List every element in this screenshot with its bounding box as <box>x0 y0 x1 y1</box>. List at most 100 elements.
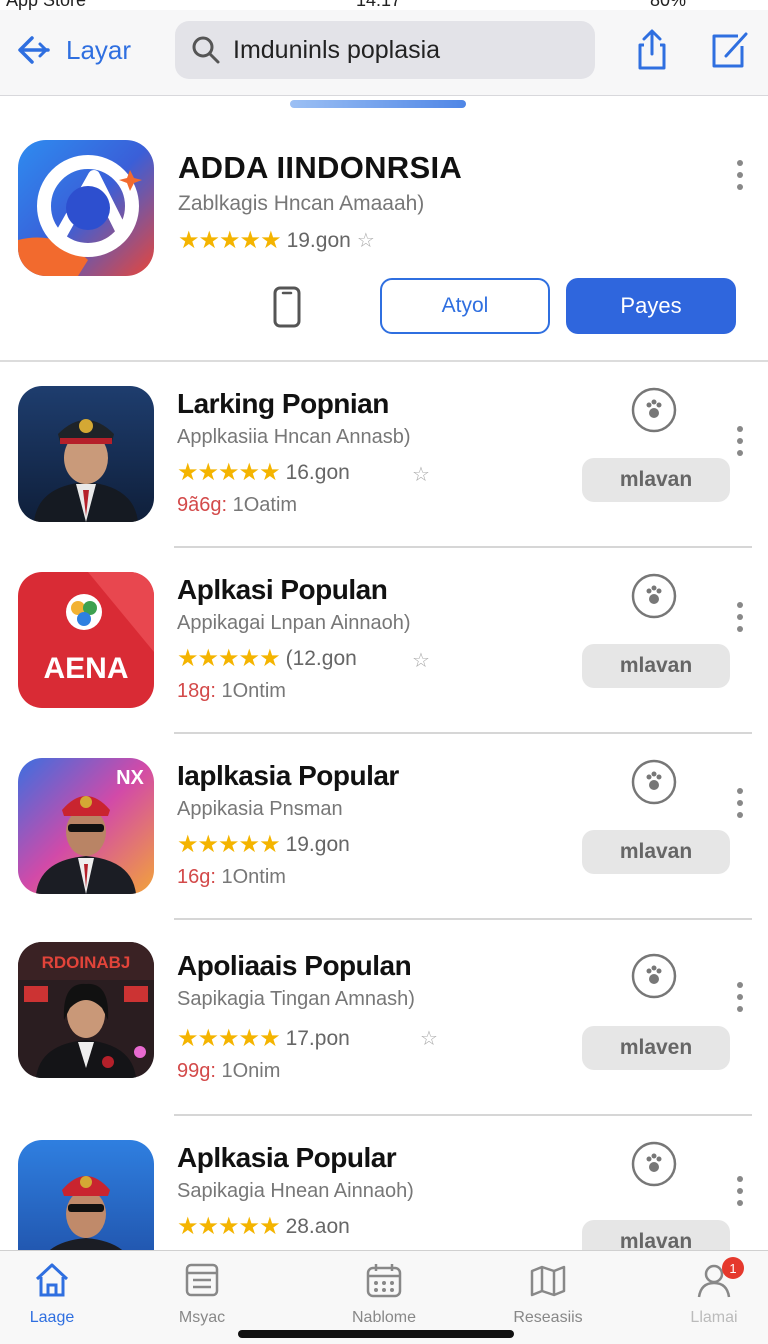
camera-icon[interactable] <box>630 952 678 1000</box>
more-options-button[interactable] <box>735 426 745 456</box>
featured-app-title: ADDA IINDONRSIA <box>178 150 463 185</box>
app-icon-text: NX <box>116 767 144 789</box>
status-carrier: App Store <box>6 0 87 10</box>
app-rating: ★★★★★ 17.pon <box>177 1024 350 1053</box>
secondary-action-button[interactable]: Atyol <box>380 278 550 334</box>
app-icon: RDOINABJ <box>18 942 154 1078</box>
app-meta-text: 1Oatim <box>232 494 298 516</box>
camera-icon[interactable] <box>630 572 678 620</box>
segment-indicator <box>290 100 466 108</box>
featured-app-card[interactable]: ADDA IINDONRSIA Zablkagis Hncan Amaaah) … <box>0 110 768 362</box>
app-icon <box>18 1140 154 1250</box>
share-icon <box>638 29 666 70</box>
search-icon <box>192 36 220 64</box>
app-meta-accent: 16g: <box>177 866 216 888</box>
app-title: Aplkasia Popular <box>177 1142 397 1173</box>
app-icon-text: RDOINABJ <box>42 953 131 972</box>
tab-label: Nablome <box>351 1309 417 1326</box>
app-subtitle: Sapikagia Tingan Amnash) <box>177 988 415 1010</box>
search-input[interactable] <box>233 35 593 65</box>
tab-label: Laage <box>29 1309 75 1326</box>
phone-icon <box>273 286 301 328</box>
rating-count: 17.pon <box>285 1026 350 1050</box>
star-rating: ★★★★★ <box>177 1025 281 1052</box>
status-time: 14:17 <box>356 0 402 10</box>
list-icon <box>185 1263 219 1297</box>
tab-msyac[interactable]: Msyac <box>142 1259 262 1327</box>
compose-button[interactable] <box>710 28 750 72</box>
calendar-icon <box>366 1264 402 1298</box>
app-title: Larking Popnian <box>177 388 389 419</box>
camera-icon[interactable] <box>630 758 678 806</box>
rating-count: 28.aon <box>285 1214 350 1238</box>
get-button[interactable]: mlavan <box>582 830 730 874</box>
app-meta-accent: 99g: <box>177 1060 216 1082</box>
app-meta: 99g: 1Onim <box>177 1060 280 1083</box>
star-rating: ★★★★★ <box>177 459 281 486</box>
star-rating: ★★★★★ <box>177 645 281 672</box>
camera-icon[interactable] <box>630 1140 678 1188</box>
app-subtitle: Applkasiia Hncan Annasb) <box>177 426 411 448</box>
get-button[interactable]: mlavan <box>582 458 730 502</box>
star-rating: ★★★★★ <box>177 831 281 858</box>
primary-action-button[interactable]: Payes <box>566 278 736 334</box>
house-icon <box>35 1263 69 1297</box>
map-icon <box>530 1265 566 1297</box>
tab-profile[interactable]: 1 Llamai <box>654 1257 768 1327</box>
rating-count: 19.gon <box>286 228 351 252</box>
rating-count: 19.gon <box>285 832 350 856</box>
app-meta-text: 1Ontim <box>221 680 286 702</box>
tab-nablome[interactable]: Nablome <box>324 1259 444 1327</box>
star-outline-icon: ☆ <box>356 230 375 252</box>
rating-count: (12.gon <box>285 646 357 670</box>
featured-app-rating: ★★★★★ 19.gon ☆ <box>178 226 375 255</box>
star-outline-icon: ☆ <box>412 650 430 672</box>
back-button[interactable]: Layar <box>14 28 131 72</box>
list-item[interactable]: AENA Aplkasi Populan Appikagai Lnpan Ain… <box>0 548 768 734</box>
notification-badge: 1 <box>722 1257 744 1279</box>
list-item[interactable]: RDOINABJ Apoliaais Populan Sapikagia Tin… <box>0 920 768 1116</box>
camera-icon[interactable] <box>630 386 678 434</box>
get-button[interactable]: mlavan <box>582 1220 730 1250</box>
tab-label: Llamai <box>690 1309 738 1326</box>
back-label: Layar <box>66 34 132 65</box>
tab-reseasiis[interactable]: Reseasiis <box>488 1259 608 1327</box>
tab-home[interactable]: Laage <box>0 1259 112 1327</box>
rating-count: 16.gon <box>285 460 350 484</box>
home-indicator <box>238 1330 514 1338</box>
list-item[interactable]: Aplkasia Popular Sapikagia Hnean Ainnaoh… <box>0 1116 768 1250</box>
app-meta-accent: 18g: <box>177 680 216 702</box>
app-icon <box>18 386 154 522</box>
star-rating: ★★★★★ <box>178 227 282 254</box>
more-options-button[interactable] <box>735 160 745 190</box>
list-item[interactable]: Larking Popnian Applkasiia Hncan Annasb)… <box>0 362 768 548</box>
app-subtitle: Appikagai Lnpan Ainnaoh) <box>177 612 411 634</box>
app-icon-text: AENA <box>43 652 128 685</box>
list-item[interactable]: NX Iaplkasia Popular Appikasia Pnsman ★★… <box>0 734 768 920</box>
search-bar[interactable] <box>175 21 595 79</box>
star-outline-icon: ☆ <box>420 1028 438 1050</box>
tab-label: Reseasiis <box>513 1309 583 1326</box>
app-rating: ★★★★★ (12.gon <box>177 644 357 673</box>
more-options-button[interactable] <box>735 788 745 818</box>
share-button[interactable] <box>632 28 672 72</box>
app-meta: 16g: 1Ontim <box>177 866 286 889</box>
star-rating: ★★★★★ <box>177 1213 281 1240</box>
get-button[interactable]: mlavan <box>582 644 730 688</box>
more-options-button[interactable] <box>735 1176 745 1206</box>
app-title: Iaplkasia Popular <box>177 760 399 791</box>
tab-label: Msyac <box>178 1309 226 1326</box>
app-meta: 18g: 1Ontim <box>177 680 286 703</box>
app-icon: NX <box>18 758 154 894</box>
get-button[interactable]: mlaven <box>582 1026 730 1070</box>
app-title: Aplkasi Populan <box>177 574 388 605</box>
status-battery: 80% <box>650 0 687 10</box>
more-options-button[interactable] <box>735 602 745 632</box>
navigation-header: Layar <box>0 10 768 96</box>
app-subtitle: Sapikagia Hnean Ainnaoh) <box>177 1180 414 1202</box>
app-meta-accent: 9ã6g: <box>177 494 228 516</box>
app-icon: AENA <box>18 572 154 708</box>
more-options-button[interactable] <box>735 982 745 1012</box>
app-meta-text: 1Onim <box>221 1060 281 1082</box>
app-rating: ★★★★★ 19.gon <box>177 830 350 859</box>
